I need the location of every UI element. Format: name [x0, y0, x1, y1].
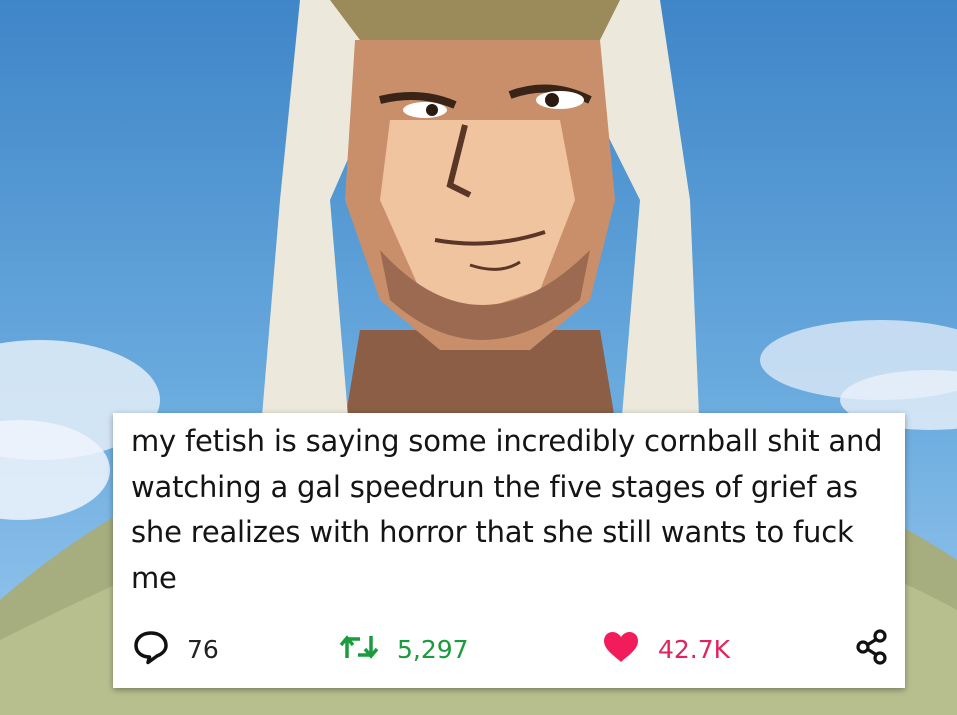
heart-icon [602, 630, 640, 668]
retweet-arrows-icon [339, 630, 379, 668]
share-nodes-icon [855, 629, 889, 669]
like-count: 42.7K [658, 634, 731, 664]
post-text: my fetish is saying some incredibly corn… [131, 424, 883, 595]
like-button[interactable]: 42.7K [602, 631, 730, 667]
tweet-card: my fetish is saying some incredibly corn… [113, 413, 905, 688]
retweet-count: 5,297 [397, 634, 469, 664]
speech-bubble-icon [133, 629, 169, 669]
reply-count: 76 [187, 634, 219, 664]
reply-button[interactable]: 76 [133, 631, 219, 667]
share-button[interactable] [855, 629, 889, 669]
retweet-button[interactable]: 5,297 [339, 631, 469, 667]
